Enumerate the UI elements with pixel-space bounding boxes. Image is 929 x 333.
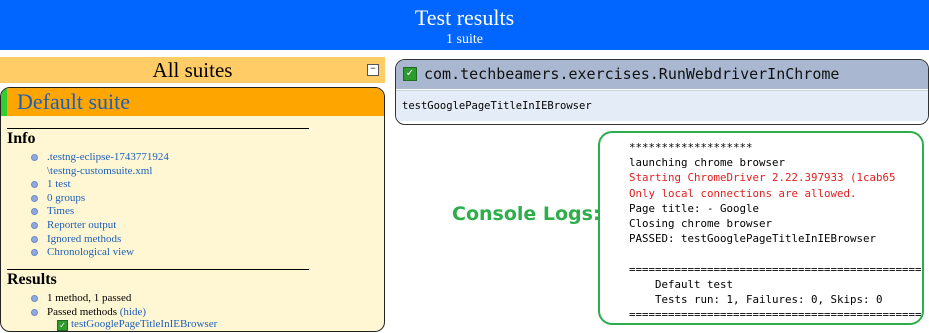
pass-check-icon: ✓: [403, 67, 417, 81]
suite-name[interactable]: Default suite: [17, 89, 130, 115]
list-item[interactable]: .testng-eclipse-1743771924 \testng-custo…: [29, 151, 169, 178]
collapse-icon[interactable]: −: [367, 64, 379, 76]
list-item[interactable]: Times: [29, 205, 169, 219]
list-item: 1 method, 1 passed: [29, 292, 146, 306]
results-header: Test results 1 suite: [0, 0, 929, 50]
console-line: Tests run: 1, Failures: 0, Skips: 0: [629, 293, 883, 307]
bullet-icon: [31, 235, 38, 243]
all-suites-header: All suites −: [0, 57, 385, 83]
all-suites-title: All suites: [152, 58, 233, 82]
divider: [7, 269, 309, 270]
console-line: PASSED: testGooglePageTitleInIEBrowser: [629, 232, 877, 246]
bullet-icon: [31, 295, 38, 302]
console-line: Only local connections are allowed.: [629, 186, 857, 200]
passed-methods-label: Passed methods: [47, 305, 120, 318]
results-list: 1 method, 1 passed Passed methods (hide): [29, 292, 146, 319]
bullet-icon: [31, 221, 38, 229]
suite-file-link[interactable]: .testng-eclipse-1743771924 \testng-custo…: [47, 151, 169, 177]
page-title: Test results: [414, 5, 515, 30]
console-line: Page title: - Google: [629, 201, 760, 215]
list-item[interactable]: Chronological view: [29, 246, 169, 260]
suite-panel: Default suite Info .testng-eclipse-17437…: [0, 87, 385, 332]
groups-link[interactable]: 0 groups: [47, 192, 85, 204]
test-class-header[interactable]: ✓ com.techbeamers.exercises.RunWebdriver…: [396, 60, 928, 89]
bullet-icon: [31, 208, 38, 216]
console-logs-label: Console Logs:: [452, 203, 601, 225]
console-line: Default test: [629, 277, 734, 291]
list-item[interactable]: 1 test: [29, 178, 169, 192]
ignored-methods-link[interactable]: Ignored methods: [47, 233, 121, 245]
suite-count: 1 suite: [446, 32, 483, 47]
console-line: ========================================…: [629, 262, 922, 276]
pass-check-icon: ✓: [57, 320, 68, 331]
bullet-icon: [31, 249, 38, 257]
bullet-icon: [31, 181, 38, 189]
test-class-name: com.techbeamers.exercises.RunWebdriverIn…: [424, 65, 840, 83]
suite-header[interactable]: Default suite: [1, 88, 384, 116]
bullet-icon: [31, 308, 38, 316]
test-method-row[interactable]: testGooglePageTitleInIEBrowser: [396, 90, 928, 121]
console-log-box: ******************* launching chrome brow…: [598, 131, 924, 325]
list-item[interactable]: 0 groups: [29, 192, 169, 206]
hide-link[interactable]: (hide): [120, 306, 146, 318]
bullet-icon: [31, 154, 38, 161]
results-heading: Results: [7, 271, 57, 288]
list-item[interactable]: Reporter output: [29, 219, 169, 233]
results-summary: 1 method, 1 passed: [47, 292, 132, 304]
info-heading: Info: [7, 130, 36, 147]
list-item[interactable]: Ignored methods: [29, 233, 169, 247]
suites-navigator: All suites − Default suite Info .testng-…: [0, 57, 385, 333]
suite-status-indicator: [1, 88, 7, 116]
test-class-panel: ✓ com.techbeamers.exercises.RunWebdriver…: [395, 59, 929, 125]
divider: [7, 128, 309, 129]
console-line: *******************: [629, 141, 753, 154]
console-line: launching chrome browser: [629, 156, 786, 170]
tests-link[interactable]: 1 test: [47, 178, 71, 190]
reporter-output-link[interactable]: Reporter output: [47, 219, 116, 231]
console-line: Starting ChromeDriver 2.22.397933 (1cab6…: [629, 171, 896, 185]
passed-method-link[interactable]: testGooglePageTitleInIEBrowser: [71, 318, 217, 330]
chronological-view-link[interactable]: Chronological view: [47, 246, 134, 258]
bullet-icon: [31, 194, 38, 202]
console-output: ******************* launching chrome brow…: [629, 140, 922, 322]
console-line: Closing chrome browser: [629, 217, 773, 231]
passed-method-item[interactable]: ✓ testGooglePageTitleInIEBrowser: [57, 318, 217, 331]
test-method-name: testGooglePageTitleInIEBrowser: [402, 100, 592, 112]
info-list: .testng-eclipse-1743771924 \testng-custo…: [29, 151, 169, 260]
times-link[interactable]: Times: [47, 205, 74, 217]
console-line: ========================================…: [629, 308, 922, 322]
